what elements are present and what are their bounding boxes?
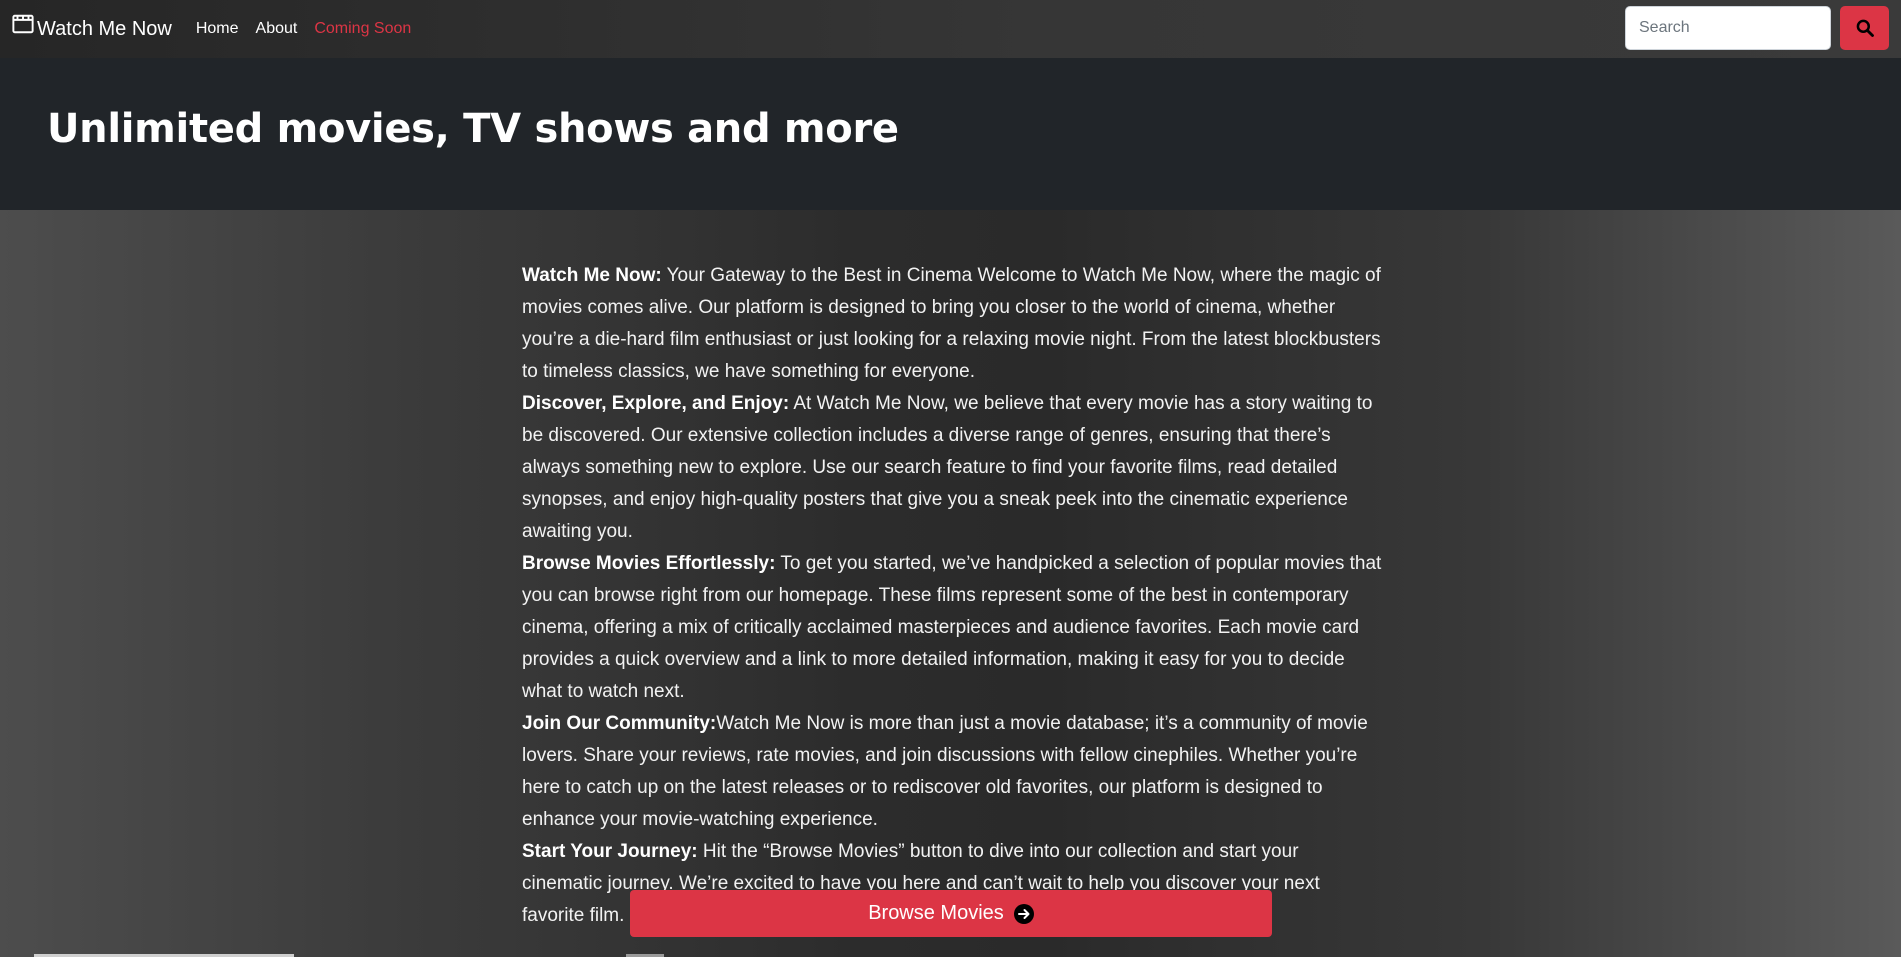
main-content: Watch Me Now: Your Gateway to the Best i… xyxy=(0,210,1901,957)
brand-name: Watch Me Now xyxy=(37,17,172,40)
nav-link-home[interactable]: Home xyxy=(196,20,239,38)
browse-movies-label: Browse Movies xyxy=(868,902,1004,924)
section-heading: Start Your Journey: xyxy=(522,841,698,862)
brand-link[interactable]: Watch Me Now xyxy=(12,14,172,41)
section-heading: Browse Movies Effortlessly: xyxy=(522,553,776,574)
nav-links: Home About Coming Soon xyxy=(196,20,411,38)
section-heading: Watch Me Now: xyxy=(522,265,662,286)
film-icon xyxy=(12,14,34,34)
section-text: To get you started, we’ve handpicked a s… xyxy=(522,553,1382,702)
section-text: At Watch Me Now, we believe that every m… xyxy=(522,393,1373,542)
section-paragraph: Watch Me Now: Your Gateway to the Best i… xyxy=(522,260,1382,388)
search-input[interactable] xyxy=(1625,6,1831,50)
hero-title: Unlimited movies, TV shows and more xyxy=(47,106,899,152)
search-form xyxy=(1625,6,1889,50)
section-paragraph: Discover, Explore, and Enjoy: At Watch M… xyxy=(522,388,1382,548)
section-heading: Discover, Explore, and Enjoy: xyxy=(522,393,790,414)
section-heading: Join Our Community: xyxy=(522,713,717,734)
nav-link-coming-soon[interactable]: Coming Soon xyxy=(314,20,411,38)
top-navbar: Watch Me Now Home About Coming Soon xyxy=(0,0,1901,58)
intro-text: Watch Me Now: Your Gateway to the Best i… xyxy=(522,260,1382,932)
section-paragraph: Join Our Community:Watch Me Now is more … xyxy=(522,708,1382,836)
arrow-right-circle-icon xyxy=(1013,903,1034,924)
search-button[interactable] xyxy=(1840,6,1889,50)
nav-link-about[interactable]: About xyxy=(256,20,298,38)
hero-banner: Unlimited movies, TV shows and more xyxy=(0,58,1901,210)
section-paragraph: Browse Movies Effortlessly: To get you s… xyxy=(522,548,1382,708)
browse-movies-button[interactable]: Browse Movies xyxy=(630,890,1272,937)
search-icon xyxy=(1856,19,1874,37)
